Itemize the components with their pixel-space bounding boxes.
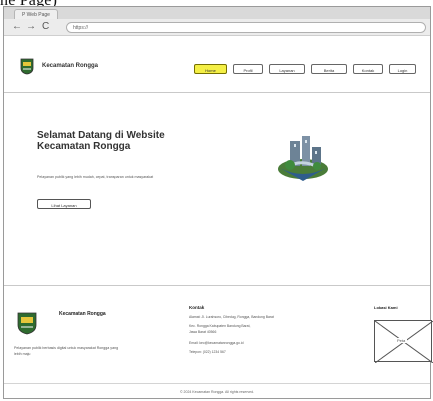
browser-tab[interactable]: P Web Page xyxy=(14,9,58,19)
menu-home-button[interactable]: Home xyxy=(194,64,227,74)
menu-layanan-button[interactable]: Layanan xyxy=(269,64,305,74)
browser-window: P Web Page ← → C https:// Kecamatan Rong… xyxy=(3,6,433,400)
contact-line: Telepon: (022) 1234 567 xyxy=(189,350,226,354)
forward-icon[interactable]: → xyxy=(26,21,36,33)
view-services-button[interactable]: Lihat Layanan xyxy=(37,199,91,209)
menu-login-button[interactable]: Login xyxy=(389,64,416,74)
site-header: Kecamatan Rongga Home Profil Layanan Ber… xyxy=(4,36,430,93)
footer-logo-icon xyxy=(17,312,37,335)
map-placeholder[interactable]: Peta xyxy=(374,320,433,363)
city-illustration-icon xyxy=(278,136,328,181)
copyright-text: © 2024 Kecamatan Rongga. All rights rese… xyxy=(4,383,430,400)
menu-kontak-button[interactable]: Kontak xyxy=(353,64,383,74)
contact-line: Jawa Barat 40566 xyxy=(189,330,217,334)
menu-berita-button[interactable]: Berita xyxy=(311,64,347,74)
menu-profil-button[interactable]: Profil xyxy=(233,64,263,74)
contact-title: Kontak xyxy=(189,305,205,310)
browser-tabstrip: P Web Page xyxy=(4,7,430,19)
site-brand: Kecamatan Rongga xyxy=(42,63,99,69)
footer-description: Pelayanan publik berbasis digital untuk … xyxy=(14,346,119,356)
kecamatan-logo-icon xyxy=(20,58,34,75)
hero-subtitle: Pelayanan publik yang lebih mudah, cepat… xyxy=(37,175,154,179)
contact-line: Kec. Rongga Kabupaten Bandung Barat, xyxy=(189,324,251,328)
contact-line: Email: kec@kecamatanrongga.go.id xyxy=(189,341,244,345)
browser-navbar: ← → C https:// xyxy=(4,19,430,36)
address-bar[interactable]: https:// xyxy=(66,22,426,33)
contact-line: Alamat: Jl. Lurahsoro, Cibedug, Rongga, … xyxy=(189,315,274,319)
site-footer: Kecamatan Rongga Pelayanan publik berbas… xyxy=(4,285,433,383)
hero-title: Selamat Datang di Website Kecamatan Rong… xyxy=(37,130,165,152)
hero-section: Selamat Datang di Website Kecamatan Rong… xyxy=(4,93,430,283)
reload-icon[interactable]: C xyxy=(42,21,49,33)
footer-brand: Kecamatan Rongga xyxy=(59,311,106,317)
back-icon[interactable]: ← xyxy=(12,21,22,33)
map-title: Lokasi Kami xyxy=(374,305,398,310)
map-label: Peta xyxy=(395,338,408,343)
